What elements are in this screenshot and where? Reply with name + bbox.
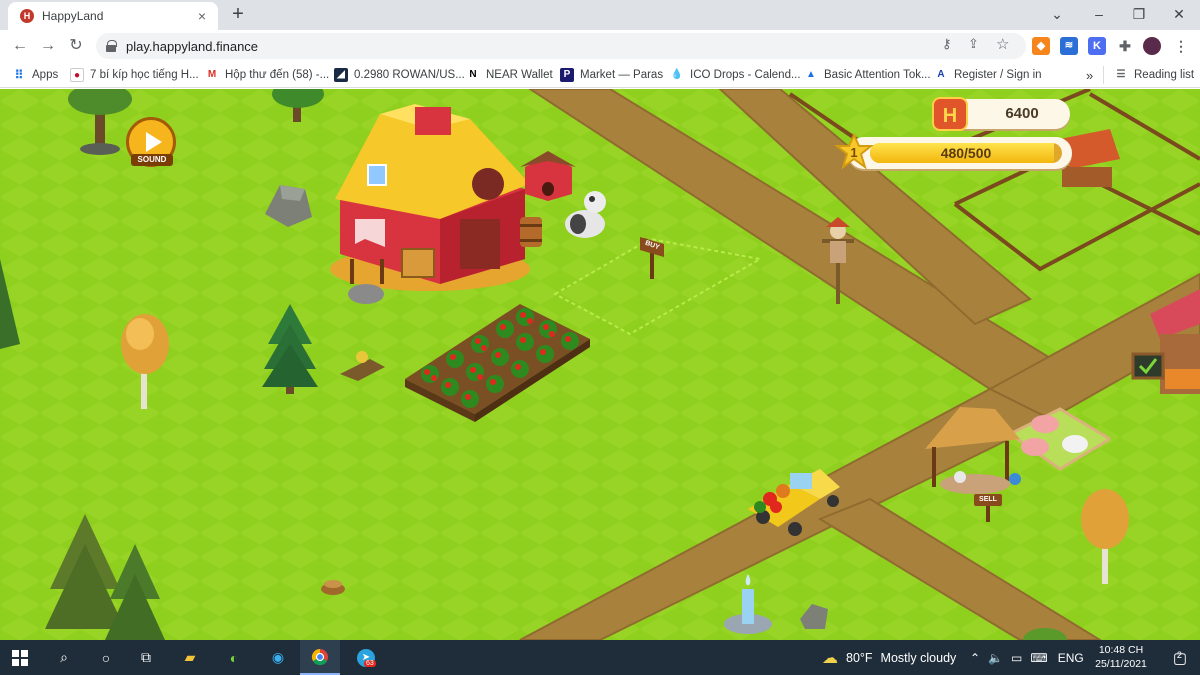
reading-list-button[interactable]: ☰ Reading list [1103, 66, 1194, 84]
clock-date: 25/11/2021 [1095, 658, 1147, 670]
checklist-board [1131, 352, 1165, 380]
xp-amount: 480/500 [940, 145, 992, 161]
url-text: play.happyland.finance [126, 38, 259, 54]
notification-count: 2 [1176, 649, 1182, 660]
bookmark-label: ICO Drops - Calend... [690, 69, 801, 81]
bookmark-bat[interactable]: ▲ Basic Attention Tok... [804, 66, 931, 84]
edge-icon[interactable]: ◉ [258, 640, 298, 675]
bat-icon: ▲ [806, 69, 816, 80]
forward-icon[interactable]: → [36, 34, 60, 58]
bookmark-label: Market — Paras [580, 69, 664, 81]
game-world [0, 89, 1200, 640]
reload-icon[interactable]: ↻ [64, 34, 88, 58]
paras-icon: P [560, 68, 574, 82]
reading-list-icon: ☰ [1116, 69, 1126, 80]
bookmark-star-icon[interactable]: ☆ [996, 35, 1009, 53]
bookmark-korean[interactable]: ● 7 bí kíp học tiếng H... [70, 66, 199, 84]
weather-condition: Mostly cloudy [880, 650, 957, 665]
telegram-icon[interactable]: ➤ 63 [346, 640, 386, 675]
sound-label: SOUND [131, 154, 173, 166]
chart-icon: ◢ [334, 68, 348, 82]
bookmark-rowan[interactable]: ◢ 0.2980 ROWAN/US... [334, 66, 465, 84]
restore-button[interactable]: ❐ [1122, 0, 1156, 30]
share-icon[interactable]: ⇪ [968, 36, 979, 52]
menu-kebab-icon[interactable]: ⋮ [1172, 37, 1190, 55]
close-window-button[interactable]: ✕ [1162, 0, 1196, 30]
windows-taskbar: ⌕ ○ ⧉ ▰ ◐ ◉ ➤ 63 ☁ 80°F Mostly cloudy ⌃ … [0, 640, 1200, 675]
tab-search-icon[interactable]: ⌄ [1040, 0, 1074, 30]
app-green-icon[interactable]: ◐ [214, 640, 254, 675]
bookmark-apps[interactable]: ⠿ Apps [12, 66, 59, 84]
layers-extension-icon[interactable]: ≋ [1060, 37, 1078, 55]
keyboard-icon[interactable]: ⌨ [1030, 651, 1047, 665]
bookmark-label: 0.2980 ROWAN/US... [354, 69, 465, 81]
bookmark-label: Basic Attention Tok... [824, 69, 931, 81]
notifications-icon[interactable]: ▢ 2 [1160, 640, 1200, 675]
bookmark-icodrops[interactable]: 💧 ICO Drops - Calend... [670, 66, 801, 84]
tab-title: HappyLand [42, 9, 104, 23]
lock-icon[interactable] [106, 40, 117, 52]
minimize-button[interactable]: – [1082, 0, 1116, 30]
clock[interactable]: 10:48 CH 25/11/2021 [1088, 643, 1154, 671]
tab-close-icon[interactable]: × [194, 8, 210, 24]
language-indicator[interactable]: ENG [1058, 651, 1084, 665]
happyland-coin-icon: H [932, 97, 968, 131]
bookmark-gmail[interactable]: M Hộp thư đến (58) -... [205, 66, 329, 84]
reading-list-label: Reading list [1134, 69, 1195, 81]
happyland-favicon-icon: H [20, 9, 34, 23]
extensions-puzzle-icon[interactable]: ✚ [1116, 37, 1134, 55]
task-view-icon[interactable]: ⧉ [126, 640, 166, 675]
clock-time: 10:48 CH [1098, 644, 1144, 656]
bookmarks-overflow-button[interactable]: » [1086, 66, 1093, 84]
tab-happyland[interactable]: H HappyLand × [8, 2, 218, 30]
tray-chevron-icon[interactable]: ⌃ [970, 651, 980, 665]
tab-strip: H HappyLand × + ⌄ – ❐ ✕ [0, 0, 1200, 30]
bookmark-label: NEAR Wallet [486, 69, 553, 81]
weather-temperature: 80°F [846, 650, 873, 665]
system-tray: ⌃ 🔈 ▭ ⌨ ENG [970, 640, 1084, 675]
battery-icon[interactable]: ▭ [1011, 651, 1022, 665]
chrome-icon[interactable] [300, 640, 340, 675]
volume-icon[interactable]: 🔈 [988, 651, 1003, 665]
windows-start-icon[interactable] [0, 640, 40, 675]
file-explorer-icon[interactable]: ▰ [170, 640, 210, 675]
bookmark-label: 7 bí kíp học tiếng H... [90, 69, 199, 81]
near-icon: N [469, 69, 477, 80]
bookmark-label: Hộp thư đến (58) -... [225, 69, 330, 81]
speaker-icon [146, 132, 162, 152]
coin-amount: 6400 [1005, 105, 1039, 122]
key-icon[interactable]: ⚷ [942, 36, 952, 52]
apps-grid-icon: ⠿ [14, 68, 24, 82]
game-canvas[interactable]: SOUND H 6400 480/500 1 BUY SELL [0, 89, 1200, 640]
browser-toolbar: ← → ↻ play.happyland.finance ⚷ ⇪ ☆ ◆ ≋ K… [0, 30, 1200, 62]
cortana-icon[interactable]: ○ [86, 640, 126, 675]
telegram-unread-badge: 63 [364, 660, 376, 667]
sell-sign[interactable]: SELL [974, 494, 1002, 506]
experience-bar: 480/500 1 [834, 133, 1072, 170]
weather-widget[interactable]: ☁ 80°F Mostly cloudy [822, 640, 956, 675]
bookmark-label: Apps [32, 69, 59, 81]
new-tab-button[interactable]: + [228, 4, 248, 24]
player-level: 1 [850, 145, 858, 160]
cloud-sun-icon: ☁ [822, 649, 838, 667]
bookmark-paras[interactable]: P Market — Paras [560, 66, 663, 84]
drop-icon: 💧 [670, 69, 684, 80]
barrel [520, 217, 542, 247]
gmail-icon: M [207, 69, 217, 80]
bookmark-label: Register / Sign in [954, 69, 1042, 81]
metamask-extension-icon[interactable]: ◆ [1032, 37, 1050, 55]
bookmarks-bar: ⠿ Apps ● 7 bí kíp học tiếng H... M Hộp t… [0, 62, 1200, 88]
profile-avatar[interactable] [1143, 37, 1161, 55]
sell-signpost [986, 504, 990, 522]
coin-balance: H 6400 [932, 97, 1070, 131]
search-icon[interactable]: ⌕ [44, 640, 84, 675]
bookmark-register[interactable]: A Register / Sign in [934, 66, 1042, 84]
a-logo-icon: A [937, 69, 945, 80]
k-extension-icon[interactable]: K [1088, 37, 1106, 55]
address-bar[interactable]: play.happyland.finance [96, 33, 1026, 59]
korea-flag-icon: ● [70, 68, 84, 82]
bookmark-near[interactable]: N NEAR Wallet [466, 66, 553, 84]
back-icon[interactable]: ← [8, 34, 32, 58]
